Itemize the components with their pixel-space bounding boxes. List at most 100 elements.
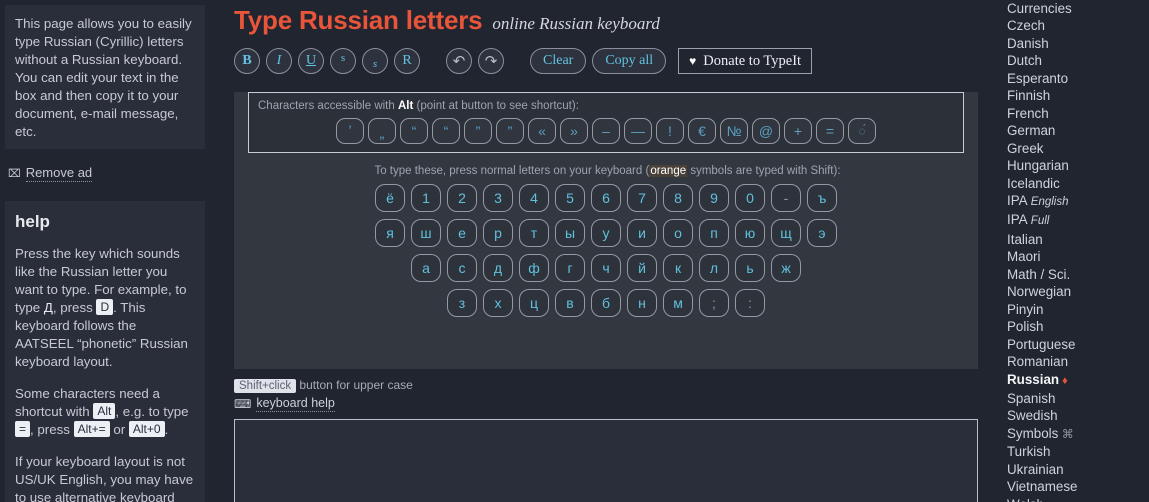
keyboard-key[interactable]: - (771, 184, 801, 212)
alt-key[interactable]: » (560, 118, 588, 144)
alt-key[interactable]: ! (656, 118, 684, 144)
language-item-hungarian[interactable]: Hungarian (1000, 157, 1149, 174)
alt-key[interactable]: @ (752, 118, 780, 144)
keyboard-key[interactable]: д (483, 254, 513, 282)
language-item-danish[interactable]: Danish (1000, 35, 1149, 52)
donate-button[interactable]: ♥ Donate to TypeIt (678, 48, 813, 74)
alt-key[interactable]: € (688, 118, 716, 144)
language-item-swedish[interactable]: Swedish (1000, 407, 1149, 424)
subscript-button[interactable]: s (362, 48, 388, 74)
keyboard-key[interactable]: : (735, 289, 765, 317)
alt-key[interactable]: + (784, 118, 812, 144)
keyboard-key[interactable]: щ (771, 219, 801, 247)
alt-key[interactable]: ” (464, 118, 492, 144)
superscript-button[interactable]: s (330, 48, 356, 74)
alt-key[interactable]: “ (432, 118, 460, 144)
remove-ad-link[interactable]: ⌧ Remove ad (8, 165, 210, 182)
keyboard-key[interactable]: ы (555, 219, 585, 247)
alt-key[interactable]: ” (496, 118, 524, 144)
language-item-ipa[interactable]: IPA Full (1000, 211, 1149, 230)
keyboard-key[interactable]: ь (735, 254, 765, 282)
language-item-pinyin[interactable]: Pinyin (1000, 301, 1149, 318)
language-item-math-sci[interactable]: Math / Sci. (1000, 266, 1149, 283)
keyboard-key[interactable]: 4 (519, 184, 549, 212)
keyboard-key[interactable]: н (627, 289, 657, 317)
keyboard-key[interactable]: ё (375, 184, 405, 212)
language-item-spanish[interactable]: Spanish (1000, 390, 1149, 407)
keyboard-key[interactable]: ; (699, 289, 729, 317)
alt-key[interactable]: № (720, 118, 748, 144)
language-item-turkish[interactable]: Turkish (1000, 443, 1149, 460)
keyboard-key[interactable]: ж (771, 254, 801, 282)
language-item-russian[interactable]: Russian ♦ (1000, 371, 1149, 390)
keyboard-key[interactable]: 0 (735, 184, 765, 212)
keyboard-key[interactable]: о (663, 219, 693, 247)
alt-key[interactable]: ʼ (336, 118, 364, 144)
keyboard-key[interactable]: и (627, 219, 657, 247)
bold-button[interactable]: B (234, 48, 260, 74)
keyboard-key[interactable]: у (591, 219, 621, 247)
keyboard-key[interactable]: ч (591, 254, 621, 282)
keyboard-key[interactable]: 9 (699, 184, 729, 212)
alt-key[interactable]: — (624, 118, 652, 144)
language-item-ukrainian[interactable]: Ukrainian (1000, 461, 1149, 478)
language-item-finnish[interactable]: Finnish (1000, 87, 1149, 104)
language-item-dutch[interactable]: Dutch (1000, 52, 1149, 69)
clear-button[interactable]: Clear (530, 48, 587, 74)
italic-button[interactable]: I (266, 48, 292, 74)
keyboard-key[interactable]: ц (519, 289, 549, 317)
keyboard-key[interactable]: ш (411, 219, 441, 247)
keyboard-key[interactable]: в (555, 289, 585, 317)
redo-button[interactable]: ↷ (478, 48, 504, 74)
language-item-ipa[interactable]: IPA English (1000, 192, 1149, 211)
language-item-maori[interactable]: Maori (1000, 248, 1149, 265)
text-editor-area[interactable] (234, 419, 978, 502)
keyboard-key[interactable]: 3 (483, 184, 513, 212)
alt-key[interactable]: „ (368, 118, 396, 144)
keyboard-key[interactable]: г (555, 254, 585, 282)
reset-format-button[interactable]: R (394, 48, 420, 74)
alt-key[interactable]: – (592, 118, 620, 144)
keyboard-key[interactable]: б (591, 289, 621, 317)
keyboard-key[interactable]: 6 (591, 184, 621, 212)
keyboard-key[interactable]: ю (735, 219, 765, 247)
language-item-polish[interactable]: Polish (1000, 318, 1149, 335)
alt-key[interactable]: ◌́ (848, 118, 876, 144)
alt-key[interactable]: “ (400, 118, 428, 144)
keyboard-key[interactable]: р (483, 219, 513, 247)
keyboard-key[interactable]: м (663, 289, 693, 317)
language-item-czech[interactable]: Czech (1000, 17, 1149, 34)
language-item-french[interactable]: French (1000, 105, 1149, 122)
keyboard-key[interactable]: 2 (447, 184, 477, 212)
keyboard-key[interactable]: й (627, 254, 657, 282)
keyboard-key[interactable]: 8 (663, 184, 693, 212)
alt-key[interactable]: « (528, 118, 556, 144)
copy-all-button[interactable]: Copy all (592, 48, 667, 74)
keyboard-key[interactable]: а (411, 254, 441, 282)
language-item-welsh[interactable]: Welsh (1000, 496, 1149, 502)
keyboard-key[interactable]: с (447, 254, 477, 282)
keyboard-key[interactable]: к (663, 254, 693, 282)
language-item-norwegian[interactable]: Norwegian (1000, 283, 1149, 300)
keyboard-key[interactable]: э (807, 219, 837, 247)
language-item-german[interactable]: German (1000, 122, 1149, 139)
language-item-italian[interactable]: Italian (1000, 231, 1149, 248)
keyboard-key[interactable]: л (699, 254, 729, 282)
language-item-portuguese[interactable]: Portuguese (1000, 336, 1149, 353)
keyboard-key[interactable]: 1 (411, 184, 441, 212)
language-item-romanian[interactable]: Romanian (1000, 353, 1149, 370)
keyboard-key[interactable]: ф (519, 254, 549, 282)
keyboard-key[interactable]: е (447, 219, 477, 247)
language-item-symbols[interactable]: Symbols ⌘ (1000, 425, 1149, 443)
keyboard-key[interactable]: х (483, 289, 513, 317)
undo-button[interactable]: ↶ (446, 48, 472, 74)
alt-key[interactable]: = (816, 118, 844, 144)
keyboard-key[interactable]: п (699, 219, 729, 247)
keyboard-key[interactable]: я (375, 219, 405, 247)
keyboard-help-link[interactable]: ⌨ keyboard help (234, 396, 990, 412)
underline-button[interactable]: U (298, 48, 324, 74)
keyboard-key[interactable]: 5 (555, 184, 585, 212)
language-item-vietnamese[interactable]: Vietnamese (1000, 478, 1149, 495)
keyboard-key[interactable]: т (519, 219, 549, 247)
language-item-greek[interactable]: Greek (1000, 140, 1149, 157)
